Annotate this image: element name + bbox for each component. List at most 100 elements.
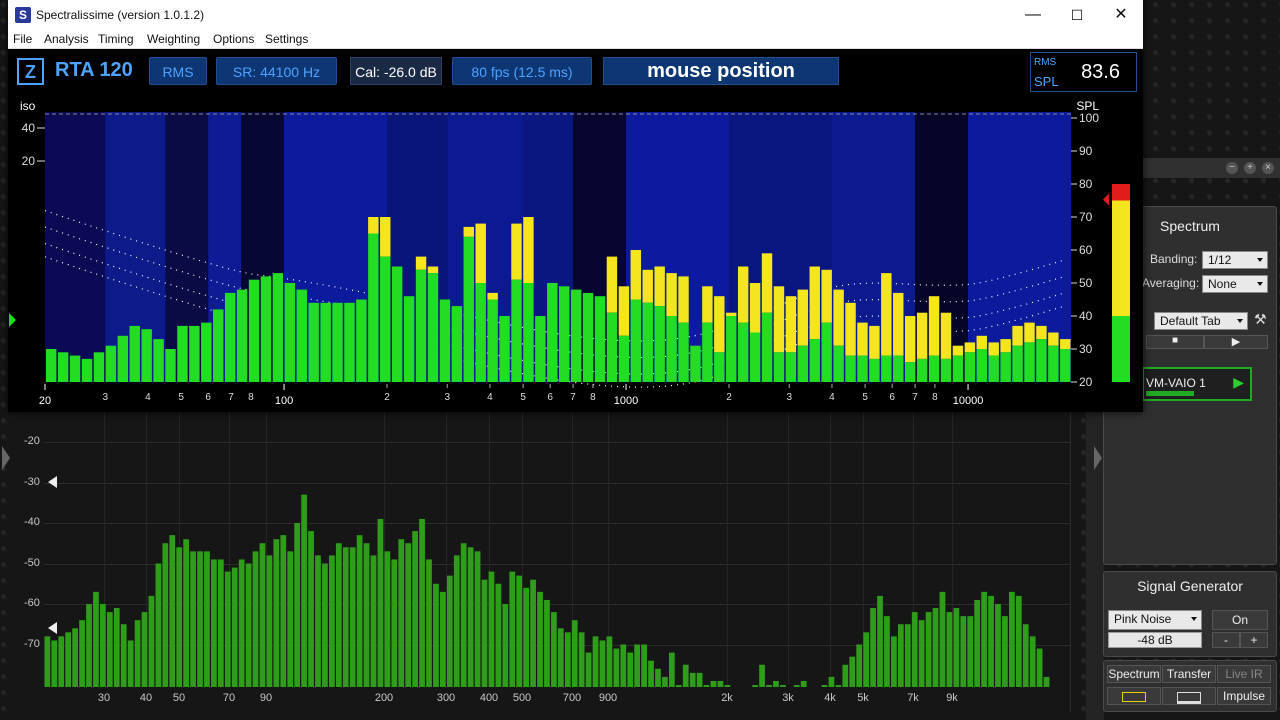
bg-upper-threshold-handle[interactable] <box>48 476 57 488</box>
calibration-button[interactable]: Cal: -26.0 dB <box>350 57 442 85</box>
minimize-button[interactable]: — <box>1011 0 1055 30</box>
x-minor-tick-label: 3 <box>444 392 450 403</box>
bg-spectrum-bar <box>877 595 883 687</box>
tab-live-ir[interactable]: Live IR <box>1217 665 1271 683</box>
fps-button[interactable]: 80 fps (12.5 ms) <box>452 57 592 85</box>
rta-bar <box>594 296 606 382</box>
rta-chart[interactable]: 40 20 100 90 80 70 60 50 40 30 20 2 3 4 5 6 7 8 2 3 4 5 6 7 8 3 4 5… <box>8 96 1143 412</box>
generator-level-field[interactable]: -48 dB <box>1108 632 1202 648</box>
rta-bar <box>356 299 367 382</box>
x-minor-tick-label: 4 <box>145 392 151 403</box>
menu-timing[interactable]: Timing <box>98 32 134 46</box>
stop-button[interactable]: ■ <box>1146 335 1204 349</box>
bg-spectrum-bar <box>301 494 307 687</box>
level-meter-red <box>1112 184 1130 201</box>
rta-bar <box>582 292 594 382</box>
tab-select[interactable]: Default Tab <box>1154 312 1248 330</box>
bg-spectrum-bar <box>668 652 675 687</box>
tools-icon[interactable]: ⚒ <box>1254 311 1267 328</box>
bg-collapse-right-icon[interactable] <box>1094 446 1102 470</box>
bg-spectrum-bar <box>835 685 842 687</box>
bg-spectrum-bar <box>634 644 641 687</box>
tab-spectrum[interactable]: Spectrum <box>1107 665 1161 683</box>
rta-bar <box>726 316 737 382</box>
weighting-z-button[interactable]: Z <box>17 58 44 85</box>
banding-select[interactable]: 1/12 <box>1202 251 1268 269</box>
rta-bar <box>248 279 260 382</box>
rta-bar <box>380 256 391 382</box>
rta-bar <box>714 352 725 382</box>
rta-bar <box>678 322 689 382</box>
rta-peak-bar <box>773 286 785 353</box>
menu-settings[interactable]: Settings <box>265 32 308 46</box>
spl-tick-label: 20 <box>1079 375 1093 389</box>
rta-peak-bar <box>940 312 952 359</box>
menu-file[interactable]: File <box>13 32 32 46</box>
averaging-select[interactable]: None <box>1202 275 1268 293</box>
bg-spectrum-bar <box>578 632 585 687</box>
rta-bar <box>976 349 987 382</box>
level-minus-button[interactable]: - <box>1212 632 1240 648</box>
menu-weighting[interactable]: Weighting <box>147 32 200 46</box>
rta-bar <box>475 283 486 382</box>
view-single-button[interactable] <box>1107 687 1161 705</box>
bg-spectrum-bar <box>426 559 432 687</box>
rta-bar <box>940 358 952 382</box>
title-bar[interactable]: S Spectralissime (version 1.0.1.2) — ☐ ✕ <box>8 0 1143 30</box>
rms-mode-button[interactable]: RMS <box>149 57 207 85</box>
view-split-button[interactable] <box>1162 687 1216 705</box>
maximize-button[interactable]: ☐ <box>1055 0 1099 30</box>
generator-on-button[interactable]: On <box>1212 610 1268 630</box>
bg-spectrum-bar <box>252 551 259 687</box>
bg-spectrum-bar <box>231 567 238 687</box>
app-icon: S <box>15 7 31 23</box>
rta-bar <box>272 273 284 382</box>
rta-plot-area[interactable]: iso SPL 40 20 100 90 80 70 60 50 40 30 20 2 3 4 5 6 7 8 2 3… <box>8 96 1143 412</box>
tab-transfer[interactable]: Transfer <box>1162 665 1216 683</box>
bg-spectrum-plot[interactable]: -20 -30 -40 -50 -60 -70 30 40 50 70 90 200 300 400 500… <box>14 412 1071 712</box>
bg-lower-threshold-handle[interactable] <box>48 622 57 634</box>
spl-tick-label: 40 <box>1079 309 1093 323</box>
noise-type-select[interactable]: Pink Noise <box>1108 610 1202 630</box>
bg-spectrum-bar <box>349 547 356 687</box>
bg-spectrum-bar <box>419 518 425 687</box>
rta-peak-bar <box>785 296 797 353</box>
rta-resolution-label[interactable]: RTA 120 <box>55 59 133 82</box>
rta-bar <box>57 352 69 382</box>
menu-bar: File Analysis Timing Weighting Options S… <box>8 30 1143 49</box>
bg-spectrum-bar <box>1043 676 1050 687</box>
bg-spectrum-bar <box>238 559 245 687</box>
bg-minimize-icon[interactable]: − <box>1226 162 1238 174</box>
menu-options[interactable]: Options <box>213 32 254 46</box>
bg-spectrum-bar <box>863 632 870 687</box>
menu-analysis[interactable]: Analysis <box>44 32 89 46</box>
level-meter-yellow <box>1112 200 1130 316</box>
rta-bar <box>570 289 582 382</box>
rta-bar <box>893 355 904 382</box>
bg-maximize-icon[interactable]: + <box>1244 162 1256 174</box>
x-minor-tick-label: 5 <box>862 392 868 403</box>
bg-spectrum-bar <box>620 644 627 687</box>
impulse-button[interactable]: Impulse <box>1217 687 1271 705</box>
bg-spectrum-bar <box>585 652 592 687</box>
sample-rate-button[interactable]: SR: 44100 Hz <box>216 57 337 85</box>
rta-peak-bar <box>964 342 976 353</box>
bg-spectrum-bar <box>141 612 148 687</box>
bg-spectrum-bar <box>169 535 176 687</box>
bg-spectrum-bar <box>995 604 1001 687</box>
rta-peak-bar <box>881 273 892 356</box>
bg-spectrum-bar <box>953 608 960 687</box>
level-plus-button[interactable]: + <box>1240 632 1268 648</box>
bg-close-icon[interactable]: × <box>1262 162 1274 174</box>
signal-generator-panel: Signal Generator Pink Noise On -48 dB - … <box>1103 571 1277 657</box>
close-button[interactable]: ✕ <box>1099 0 1143 30</box>
bg-collapse-left-icon[interactable] <box>2 446 10 470</box>
x-minor-tick-label: 5 <box>520 392 526 403</box>
bg-spectrum-bar <box>197 551 203 687</box>
bg-spectrum-bar <box>780 685 786 687</box>
play-button[interactable]: ▶ <box>1204 335 1268 349</box>
device-tile[interactable]: VM-VAIO 1 ▶ <box>1142 367 1252 401</box>
bg-spectrum-bar <box>946 612 953 687</box>
rta-bar <box>559 286 570 382</box>
bg-spectrum-bar <box>551 612 557 687</box>
